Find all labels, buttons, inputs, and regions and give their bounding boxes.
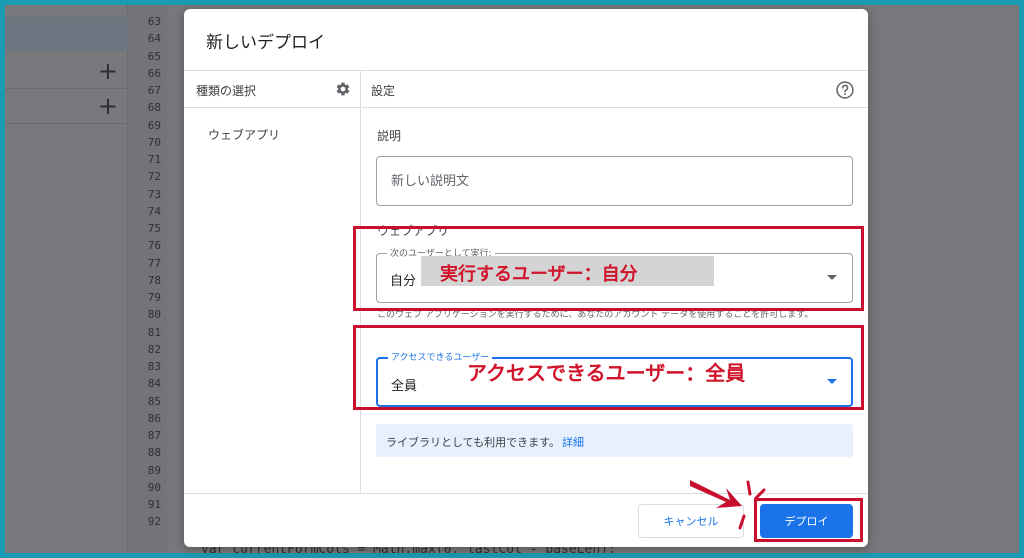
annotation-box-deploy [754,498,863,542]
add-service-icon[interactable]: + [98,92,118,120]
line-number: 67 [147,84,161,97]
line-number: 85 [147,394,161,408]
line-number: 81 [147,325,161,339]
line-number-gutter: 63 64 65 66 67 68 69 70 71 72 73 74 75 76 77 78 79 80 81 82… [129,5,167,553]
editor-sidebar: + + [5,5,128,553]
line-number: 89 [147,463,161,477]
annotation-box-access [353,325,864,410]
line-number: 72 [147,170,161,184]
line-number: 76 [147,239,161,253]
line-number: 86 [147,411,161,425]
type-item-webapp[interactable]: ウェブアプリ [208,126,280,143]
settings-label: 設定 [371,84,396,98]
line-number: 78 [147,273,161,287]
line-number: 75 [147,222,161,235]
gear-icon[interactable] [335,81,351,97]
sidebar-selected-row [5,17,128,51]
line-number: 83 [147,360,161,373]
sidebar-row-libraries: + [5,55,128,89]
library-info-message: ライブラリとしても利用できます。 [386,436,561,449]
sidebar-row-services: + [5,90,128,124]
line-number: 73 [147,187,161,201]
type-selection-label: 種類の選択 [196,84,257,98]
line-number: 80 [147,308,161,322]
help-icon[interactable] [835,80,855,100]
description-label: 説明 [377,129,402,143]
line-number: 90 [147,480,161,494]
learn-more-link[interactable]: 詳細 [562,436,584,449]
line-number: 92 [147,515,161,529]
line-number: 74 [147,204,161,218]
line-number: 68 [147,101,161,115]
line-number: 63 [147,15,161,28]
line-number: 79 [147,291,161,304]
settings-header: 設定 [362,71,868,108]
line-number: 88 [147,446,161,460]
library-info-text: ライブラリとしても利用できます。 詳細 [386,434,584,450]
type-selection-panel: 種類の選択 ウェブアプリ [184,71,361,493]
line-number: 69 [147,118,161,132]
type-selection-header: 種類の選択 [184,71,360,108]
line-number: 87 [147,429,161,442]
line-number: 82 [147,342,161,356]
line-number: 70 [147,135,161,149]
description-input[interactable] [376,156,853,206]
library-info-box: ライブラリとしても利用できます。 詳細 [376,424,853,457]
line-number: 64 [147,32,161,46]
line-number: 71 [147,153,161,166]
annotation-arrow-icon [690,480,766,530]
dialog-title: 新しいデプロイ [206,33,325,53]
annotation-box-execute-as [353,226,864,311]
line-number: 77 [147,256,161,270]
line-number: 65 [147,49,161,63]
line-number: 66 [147,66,161,80]
add-library-icon[interactable]: + [98,57,118,85]
line-number: 84 [147,377,161,391]
line-number: 91 [147,498,161,511]
